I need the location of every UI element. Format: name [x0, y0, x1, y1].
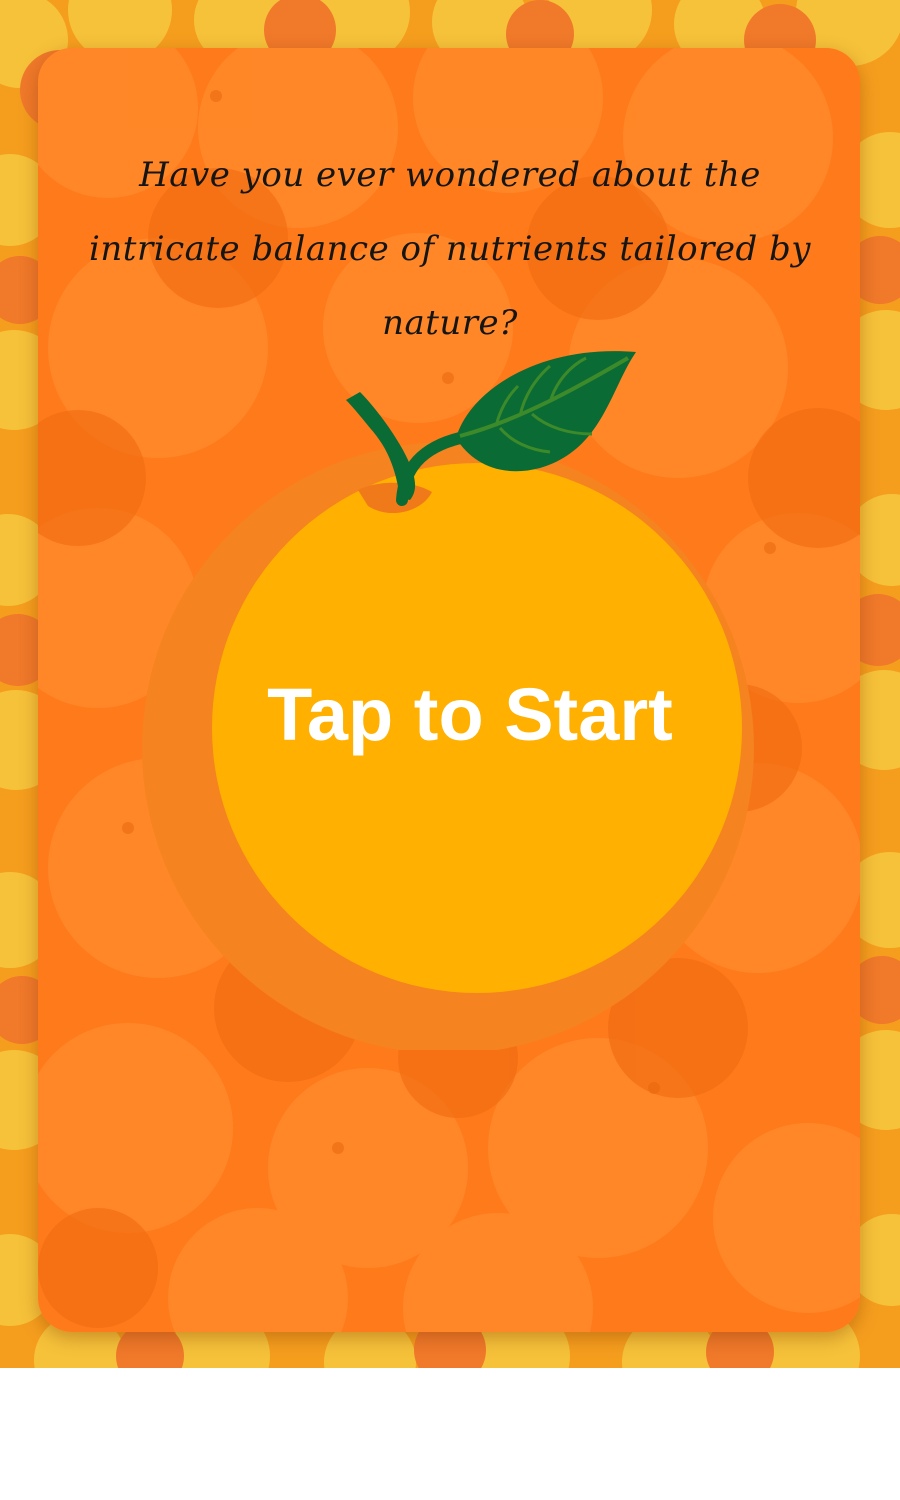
intro-question: Have you ever wondered about the intrica… — [89, 155, 811, 343]
start-label[interactable]: Tap to Start — [100, 660, 840, 770]
leaf-icon — [456, 351, 636, 472]
